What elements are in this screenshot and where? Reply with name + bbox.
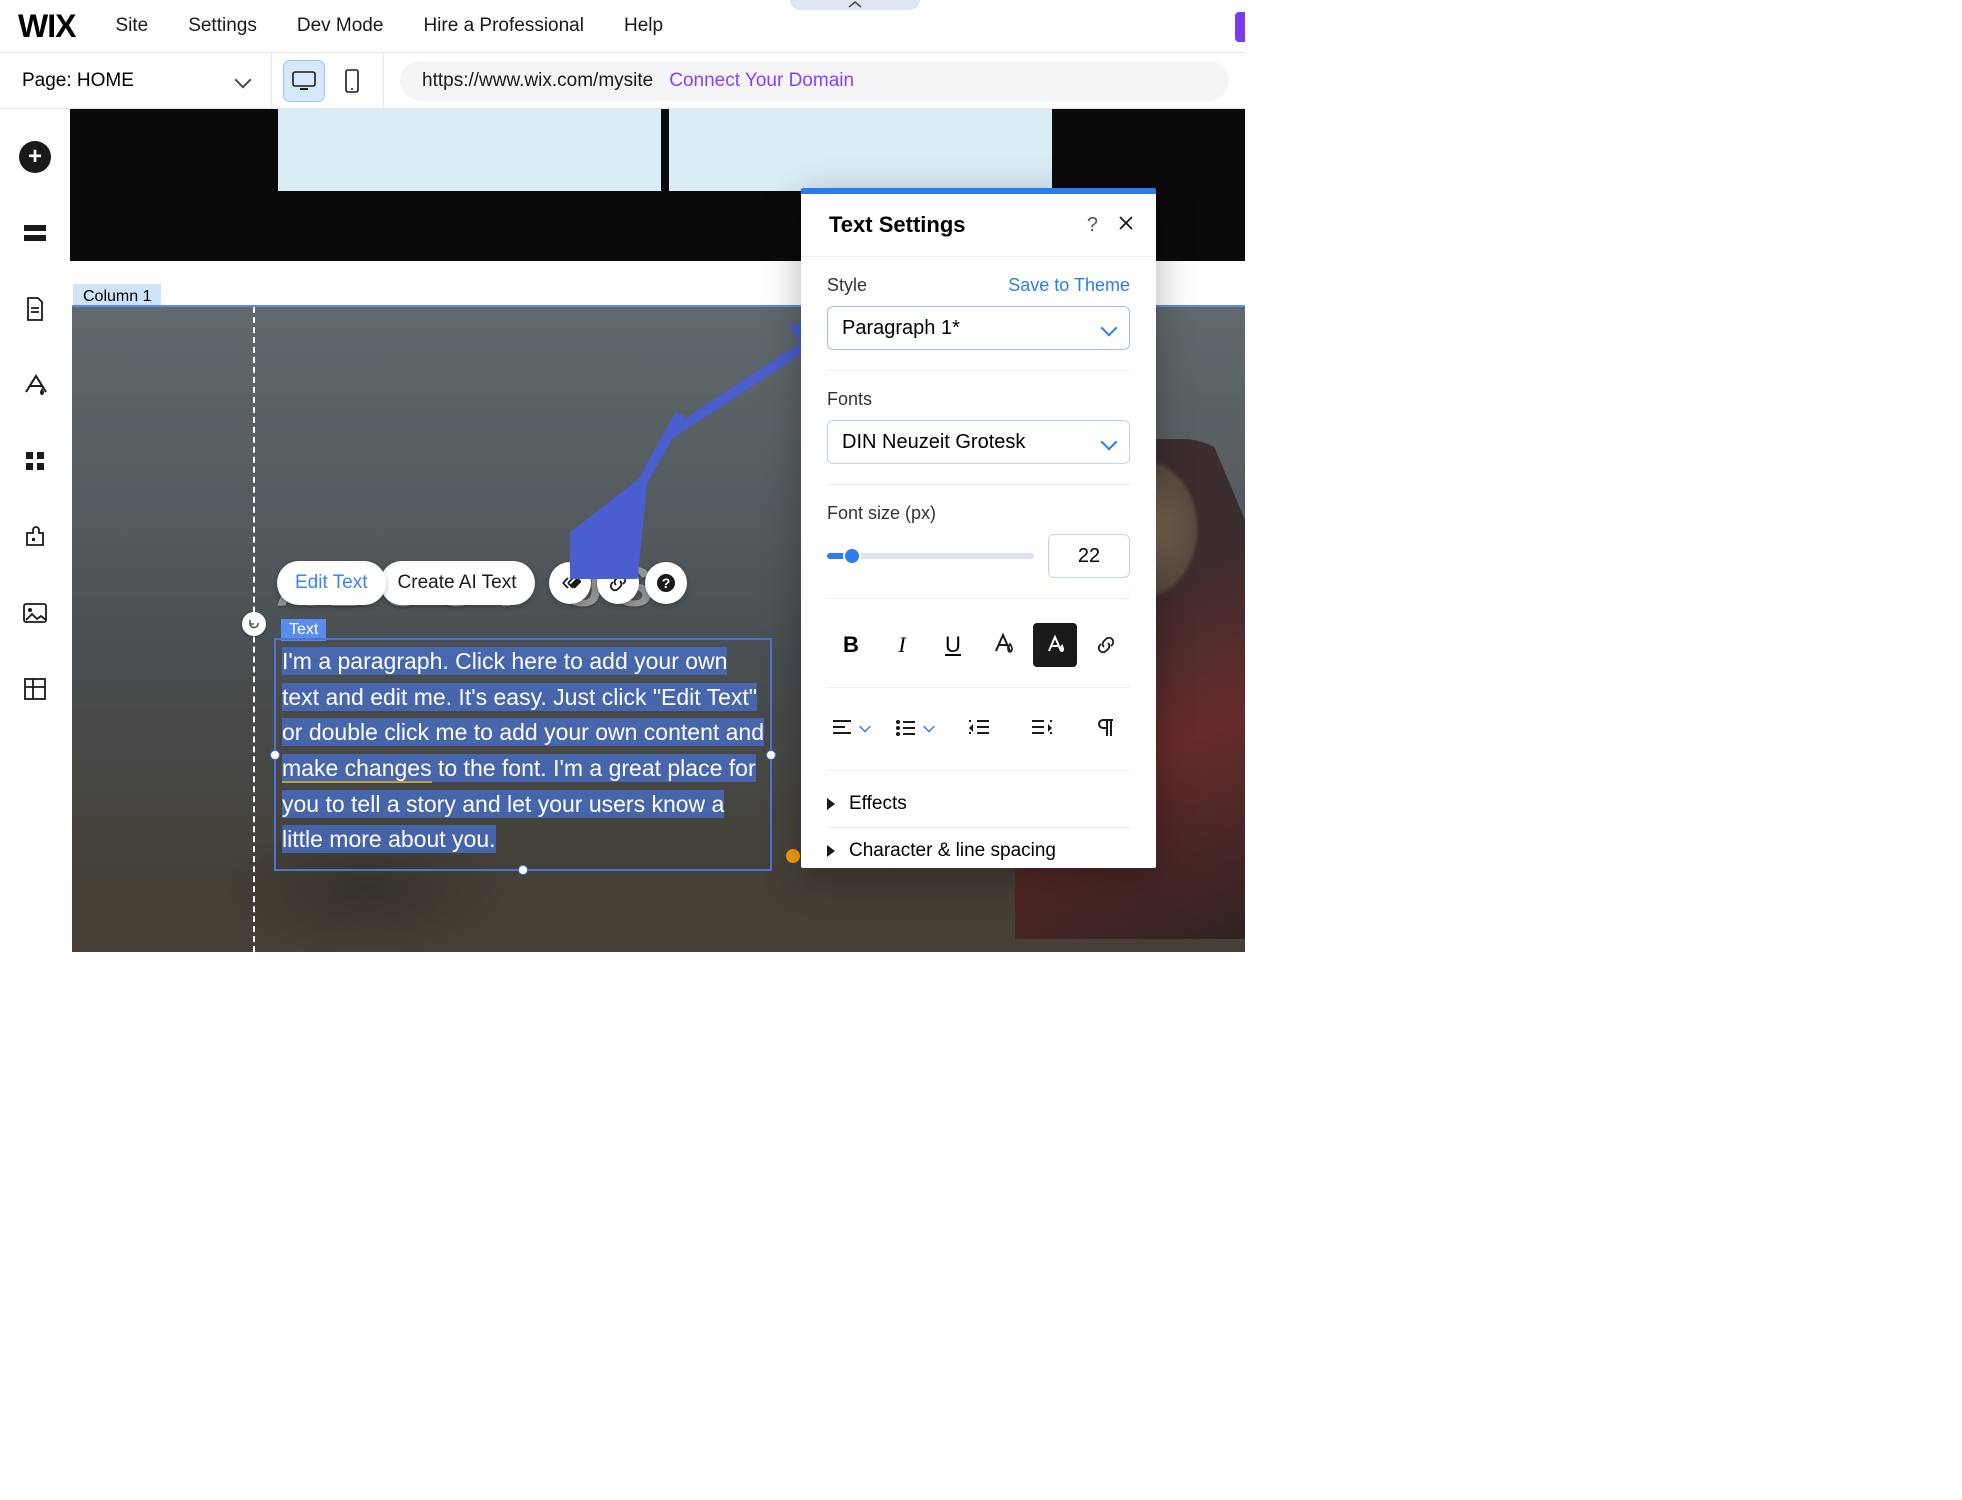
editor-area: + Column 1 — [0, 109, 1245, 952]
paragraph-make-changes: make changes — [282, 755, 432, 783]
underline-button[interactable]: U — [931, 623, 975, 667]
page-selector[interactable]: Page: HOME — [0, 53, 272, 108]
header-slot-1 — [278, 109, 661, 191]
style-label: Style — [827, 275, 867, 296]
annotation-arrow-2 — [570, 409, 710, 579]
save-to-theme-link[interactable]: Save to Theme — [1008, 275, 1130, 296]
header-slot-2 — [669, 109, 1052, 191]
fontsize-slider[interactable] — [827, 553, 1034, 559]
pages-button[interactable] — [19, 293, 51, 325]
chevron-down-icon — [1103, 317, 1115, 340]
fontsize-section: Font size (px) — [827, 503, 1130, 599]
font-select-value: DIN Neuzeit Grotesk — [842, 431, 1025, 454]
text-format-row: B I U — [827, 617, 1130, 688]
panel-header: Text Settings ? — [801, 194, 1156, 257]
indent-increase-button[interactable] — [1020, 706, 1064, 750]
wix-logo: WIX — [18, 8, 75, 45]
desktop-view-button[interactable] — [284, 61, 324, 101]
apps-grid-button[interactable] — [19, 445, 51, 477]
create-ai-text-button[interactable]: Create AI Text — [380, 561, 535, 605]
add-element-button[interactable]: + — [19, 141, 51, 173]
fonts-section: Fonts DIN Neuzeit Grotesk — [827, 389, 1130, 485]
theme-button[interactable] — [19, 369, 51, 401]
text-color-button[interactable] — [982, 623, 1026, 667]
panel-help-icon[interactable]: ? — [1087, 214, 1098, 237]
page-selector-label: Page: HOME — [22, 70, 134, 92]
chevron-down-icon — [237, 70, 249, 92]
spacing-collapse[interactable]: Character & line spacing — [827, 827, 1130, 868]
page-url-bar: Page: HOME https://www.wix.com/mysite Co… — [0, 53, 1245, 109]
italic-button[interactable]: I — [880, 623, 924, 667]
site-url: https://www.wix.com/mysite — [422, 70, 653, 92]
bold-button[interactable]: B — [829, 623, 873, 667]
font-select[interactable]: DIN Neuzeit Grotesk — [827, 420, 1130, 464]
fontsize-label: Font size (px) — [827, 503, 936, 524]
paragraph-text[interactable]: I'm a paragraph. Click here to add your … — [276, 640, 770, 862]
menu-site[interactable]: Site — [115, 15, 148, 37]
chevron-down-icon — [861, 722, 869, 735]
fontsize-input[interactable] — [1048, 534, 1130, 578]
media-button[interactable] — [19, 597, 51, 629]
align-button[interactable] — [829, 706, 873, 750]
menu-help[interactable]: Help — [624, 15, 663, 37]
text-settings-panel: Text Settings ? Style Save to Theme Para… — [801, 188, 1156, 868]
style-select-value: Paragraph 1* — [842, 317, 960, 340]
mobile-view-button[interactable] — [332, 61, 372, 101]
indent-decrease-button[interactable] — [957, 706, 1001, 750]
resize-handle-right[interactable] — [766, 750, 776, 760]
cms-button[interactable] — [19, 673, 51, 705]
highlight-color-button[interactable] — [1033, 623, 1077, 667]
panel-close-icon[interactable] — [1118, 215, 1134, 236]
fonts-label: Fonts — [827, 389, 872, 410]
resize-handle-left[interactable] — [270, 750, 280, 760]
effects-collapse[interactable]: Effects — [827, 781, 1130, 827]
list-button[interactable] — [893, 706, 937, 750]
slider-knob[interactable] — [845, 549, 859, 563]
reset-guide-button[interactable] — [242, 612, 266, 636]
device-switch-group — [272, 53, 384, 108]
triangle-right-icon — [827, 798, 835, 810]
panel-title: Text Settings — [829, 212, 966, 238]
text-direction-button[interactable] — [1084, 706, 1128, 750]
chevron-down-icon — [1103, 431, 1115, 454]
editor-canvas[interactable]: Column 1 ABOUT US Edit Text Create AI Te… — [70, 109, 1245, 952]
right-edge-badge — [1235, 12, 1245, 42]
spacing-label: Character & line spacing — [849, 840, 1056, 862]
url-bar[interactable]: https://www.wix.com/mysite Connect Your … — [400, 61, 1229, 101]
collapse-top-notch[interactable] — [790, 0, 920, 10]
app-market-button[interactable] — [19, 521, 51, 553]
link-button[interactable] — [1084, 623, 1128, 667]
effects-label: Effects — [849, 793, 907, 815]
edit-text-button[interactable]: Edit Text — [277, 561, 386, 605]
chevron-down-icon — [925, 722, 933, 735]
style-select[interactable]: Paragraph 1* — [827, 306, 1130, 350]
menu-settings[interactable]: Settings — [188, 15, 257, 37]
left-tools-rail: + — [0, 109, 70, 952]
resize-handle-bottom[interactable] — [518, 865, 528, 875]
triangle-right-icon — [827, 845, 835, 857]
style-section: Style Save to Theme Paragraph 1* — [827, 275, 1130, 371]
sections-button[interactable] — [19, 217, 51, 249]
connect-domain-link[interactable]: Connect Your Domain — [669, 70, 854, 92]
top-menu-bar: WIX Site Settings Dev Mode Hire a Profes… — [0, 0, 1245, 53]
paragraph-pre: I'm a paragraph. Click here to add your … — [282, 648, 764, 745]
selected-text-box[interactable]: I'm a paragraph. Click here to add your … — [274, 638, 772, 871]
panel-body: Style Save to Theme Paragraph 1* Fonts D… — [801, 257, 1156, 868]
overflow-indicator-icon — [786, 849, 800, 863]
menu-hire-pro[interactable]: Hire a Professional — [423, 15, 584, 37]
paragraph-format-row — [827, 696, 1130, 771]
menu-dev-mode[interactable]: Dev Mode — [297, 15, 384, 37]
